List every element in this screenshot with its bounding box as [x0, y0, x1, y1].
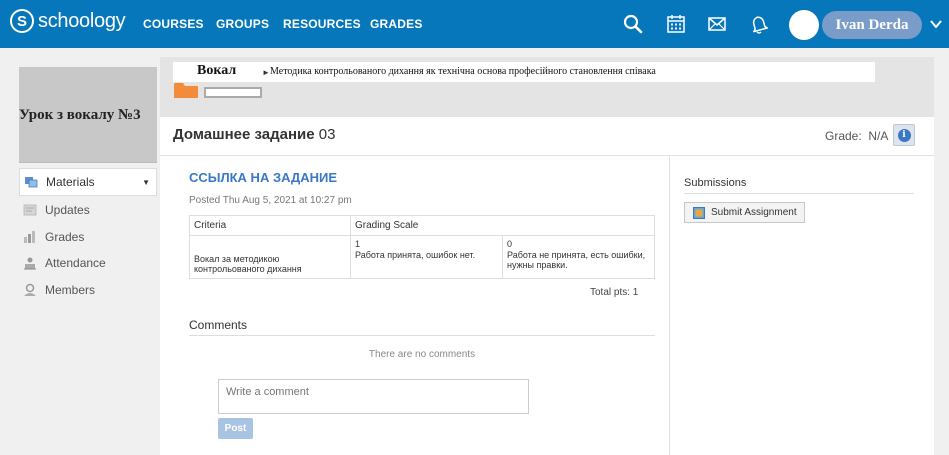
- bell-icon[interactable]: [748, 13, 770, 35]
- assignment-title: Домашнее задание: [173, 126, 315, 143]
- rubric-row: Вокал за методикою контрольованого дихан…: [189, 235, 655, 279]
- folder-icon: [174, 83, 198, 98]
- schoology-logo[interactable]: S schoology: [10, 9, 126, 33]
- grade-value: N/A: [868, 129, 889, 143]
- sidebar-item-grades[interactable]: Grades: [19, 225, 157, 249]
- criteria-header: Criteria: [189, 215, 351, 236]
- attendance-icon: [24, 257, 36, 270]
- mail-icon[interactable]: [706, 13, 728, 35]
- sidebar-item-materials[interactable]: Materials ▼: [19, 168, 157, 196]
- assignment-number: 03: [318, 126, 336, 143]
- column-divider: [669, 155, 670, 455]
- members-icon: [24, 283, 36, 296]
- top-navigation-bar: S schoology COURSES GROUPS RESOURCES GRA…: [0, 0, 949, 48]
- sidebar-item-members[interactable]: Members: [19, 278, 157, 302]
- divider: [189, 335, 655, 336]
- materials-icon: [25, 177, 38, 188]
- divider: [684, 193, 914, 194]
- sidebar-item-label: Attendance: [45, 256, 106, 270]
- post-button[interactable]: Post: [218, 418, 253, 439]
- total-points: Total pts: 1: [590, 287, 639, 298]
- sidebar-item-updates[interactable]: Updates: [19, 198, 157, 222]
- search-icon[interactable]: [622, 13, 644, 35]
- grading-scale-header: Grading Scale: [350, 215, 655, 236]
- submit-label: Submit Assignment: [711, 207, 797, 218]
- sidebar-item-attendance[interactable]: Attendance: [19, 251, 157, 275]
- nav-groups[interactable]: GROUPS: [216, 17, 269, 31]
- nav-grades[interactable]: GRADES: [370, 17, 423, 31]
- sidebar-item-label: Grades: [45, 230, 85, 244]
- course-title: Урок з вокалу №3: [19, 107, 141, 123]
- breadcrumb-arrow-icon: ►: [262, 68, 270, 77]
- criterion-cell: Вокал за методикою контрольованого дихан…: [189, 235, 351, 279]
- rubric-table: Criteria Grading Scale Вокал за методико…: [189, 215, 655, 279]
- submissions-heading: Submissions: [684, 177, 747, 189]
- chevron-down-icon[interactable]: [929, 17, 943, 31]
- info-icon: i: [897, 128, 911, 142]
- calendar-icon[interactable]: [665, 13, 687, 35]
- level-points: 0: [507, 239, 513, 249]
- level-description: Работа принята, ошибок нет.: [355, 250, 476, 260]
- level-cell: 0 Работа не принята, есть ошибки, нужны …: [502, 235, 655, 279]
- submit-assignment-button[interactable]: Submit Assignment: [684, 202, 805, 223]
- sidebar-item-label: Members: [45, 283, 96, 297]
- grades-icon: [24, 231, 35, 243]
- avatar[interactable]: [789, 10, 819, 40]
- section-title: Вокал: [197, 63, 237, 78]
- level-points: 1: [355, 239, 361, 249]
- comments-heading: Comments: [189, 318, 248, 332]
- rubric-header-row: Criteria Grading Scale: [189, 215, 655, 236]
- posted-date: Posted Thu Aug 5, 2021 at 10:27 pm: [189, 195, 352, 206]
- caret-down-icon: ▼: [142, 177, 150, 187]
- sidebar-item-label: Materials: [46, 175, 95, 189]
- nav-resources[interactable]: RESOURCES: [283, 17, 361, 31]
- divider: [160, 155, 934, 156]
- assignment-link[interactable]: ССЫЛКА НА ЗАДАНИЕ: [189, 170, 337, 185]
- logo-mark: S: [10, 9, 34, 33]
- user-menu-button[interactable]: Ivan Derda: [822, 11, 922, 39]
- breadcrumb-text[interactable]: Методика контрольованого дихання як техн…: [270, 66, 656, 77]
- grade-label: Grade:: [825, 129, 862, 143]
- page-title: Домашнее задание 03: [173, 126, 335, 143]
- comment-input[interactable]: [218, 379, 529, 414]
- updates-icon: [23, 204, 37, 216]
- no-comments-text: There are no comments: [368, 349, 476, 360]
- grade-info-button[interactable]: i: [893, 124, 915, 146]
- level-description: Работа не принята, есть ошибки, нужны пр…: [507, 250, 646, 270]
- folder-label-box: [204, 87, 262, 98]
- logo-text: schoology: [38, 9, 126, 32]
- nav-courses[interactable]: COURSES: [143, 17, 204, 31]
- submit-icon: [693, 206, 705, 219]
- sidebar-item-label: Updates: [45, 203, 90, 217]
- course-picture: Урок з вокалу №3: [19, 67, 157, 163]
- grade-display: Grade: N/A: [825, 129, 888, 143]
- level-cell: 1 Работа принята, ошибок нет.: [350, 235, 503, 279]
